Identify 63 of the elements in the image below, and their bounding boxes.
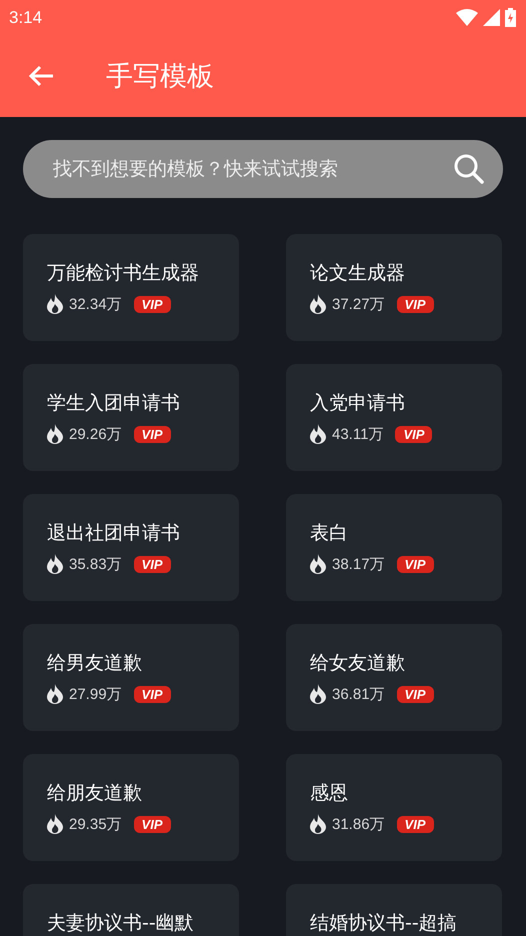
template-title: 退出社团申请书 [47, 521, 181, 546]
template-title: 结婚协议书--超搞 [310, 911, 458, 936]
wifi-icon [456, 9, 478, 26]
vip-badge: VIP [134, 686, 171, 702]
view-count: 37.27万 [332, 294, 385, 314]
vip-badge: VIP [396, 296, 434, 312]
template-title: 表白 [310, 521, 349, 546]
status-time: 3:14 [9, 8, 42, 28]
template-title: 论文生成器 [310, 261, 406, 286]
view-count: 29.35万 [69, 814, 122, 834]
template-card[interactable]: 退出社团申请书 35.83万 VIP [23, 494, 239, 601]
flame-icon [310, 424, 326, 444]
template-card[interactable]: 给男友道歉 27.99万 VIP [23, 624, 239, 731]
back-button[interactable] [26, 63, 56, 89]
view-count: 32.34万 [69, 294, 122, 314]
template-card[interactable]: 夫妻协议书--幽默 [23, 884, 239, 936]
vip-badge: VIP [134, 816, 171, 832]
flame-icon [47, 814, 63, 834]
template-title: 感恩 [310, 781, 349, 806]
search-field[interactable]: 找不到想要的模板？快来试试搜索 [23, 140, 503, 198]
view-count: 27.99万 [69, 684, 122, 704]
vip-badge: VIP [134, 296, 171, 312]
flame-icon [310, 814, 326, 834]
template-title: 夫妻协议书--幽默 [47, 911, 195, 936]
vip-badge: VIP [396, 556, 434, 572]
page-title: 手写模板 [106, 60, 214, 94]
template-card[interactable]: 感恩 31.86万 VIP [286, 754, 502, 861]
template-card[interactable]: 入党申请书 43.11万 VIP [286, 364, 502, 471]
view-count: 36.81万 [332, 684, 385, 704]
flame-icon [310, 554, 326, 574]
vip-badge: VIP [395, 426, 432, 442]
template-title: 学生入团申请书 [47, 391, 181, 416]
vip-badge: VIP [396, 816, 434, 832]
template-card[interactable]: 论文生成器 37.27万 VIP [286, 234, 502, 341]
vip-badge: VIP [396, 686, 434, 702]
view-count: 31.86万 [332, 814, 385, 834]
flame-icon [310, 684, 326, 704]
template-title: 给朋友道歉 [47, 781, 143, 806]
view-count: 29.26万 [69, 424, 122, 444]
template-card[interactable]: 结婚协议书--超搞 [286, 884, 502, 936]
template-card[interactable]: 给朋友道歉 29.35万 VIP [23, 754, 239, 861]
template-title: 入党申请书 [310, 391, 406, 416]
vip-badge: VIP [134, 426, 171, 442]
template-card[interactable]: 给女友道歉 36.81万 VIP [286, 624, 502, 731]
vip-badge: VIP [134, 556, 171, 572]
template-title: 给女友道歉 [310, 651, 406, 676]
template-title: 给男友道歉 [47, 651, 143, 676]
template-card[interactable]: 学生入团申请书 29.26万 VIP [23, 364, 239, 471]
template-card[interactable]: 表白 38.17万 VIP [286, 494, 502, 601]
template-card[interactable]: 万能检讨书生成器 32.34万 VIP [23, 234, 239, 341]
flame-icon [47, 294, 63, 314]
back-arrow-icon [28, 65, 54, 87]
view-count: 43.11万 [332, 424, 384, 444]
view-count: 38.17万 [332, 554, 385, 574]
flame-icon [310, 294, 326, 314]
search-icon[interactable] [453, 153, 485, 185]
template-title: 万能检讨书生成器 [47, 261, 200, 286]
flame-icon [47, 424, 63, 444]
flame-icon [47, 554, 63, 574]
battery-icon [505, 8, 516, 27]
view-count: 35.83万 [69, 554, 122, 574]
signal-icon [483, 9, 500, 26]
flame-icon [47, 684, 63, 704]
